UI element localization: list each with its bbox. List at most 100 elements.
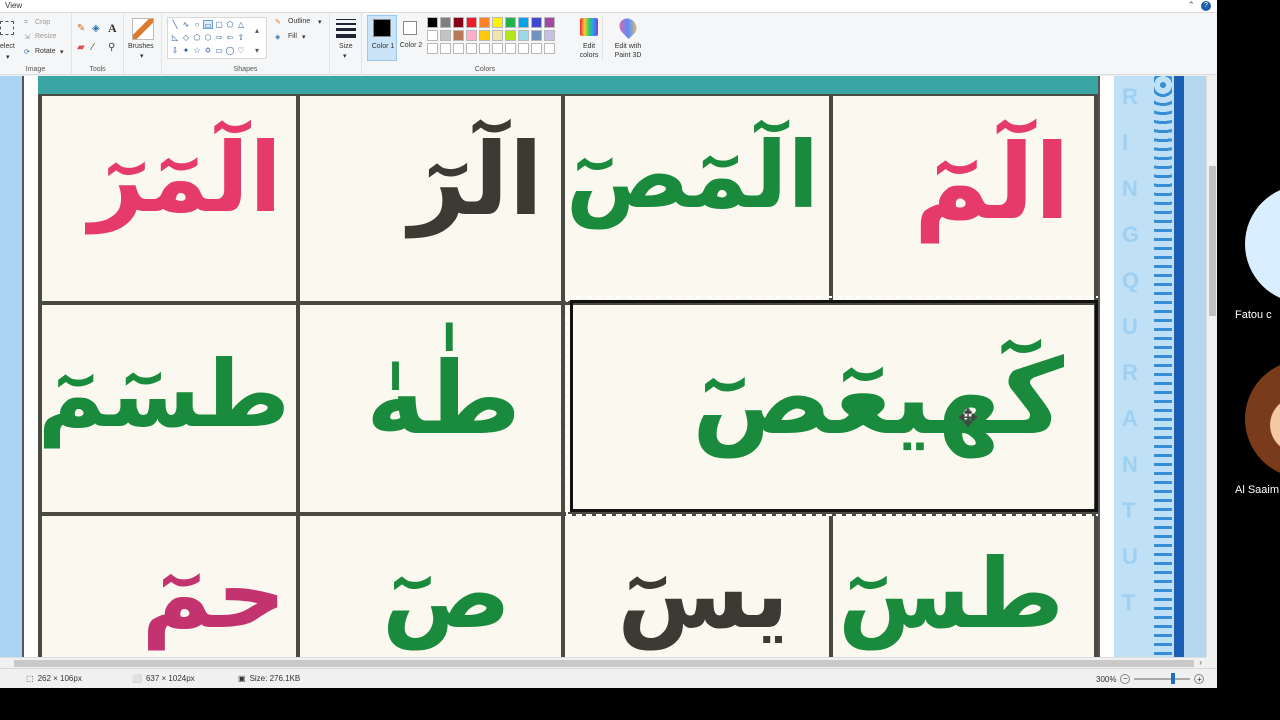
rectangle-shape-icon[interactable]: ▭: [203, 20, 213, 30]
heart-shape-icon[interactable]: ♡: [236, 46, 246, 55]
collapse-ribbon-icon[interactable]: ⌃: [1187, 0, 1195, 11]
zoom-out-icon[interactable]: −: [1120, 674, 1131, 684]
fill-button[interactable]: Fill: [288, 33, 297, 40]
shapes-scroll-down-icon[interactable]: ▾: [252, 46, 262, 55]
tab-view[interactable]: View: [5, 1, 22, 10]
rotate-icon[interactable]: ⟳: [24, 48, 30, 56]
vertical-scrollbar[interactable]: [1206, 76, 1217, 657]
pentagon-shape-icon[interactable]: ⬠: [192, 33, 202, 42]
select-button[interactable]: elect: [0, 43, 15, 50]
size-dropdown-icon[interactable]: ▾: [343, 52, 347, 60]
palette-swatch[interactable]: [505, 17, 516, 28]
palette-swatch[interactable]: [492, 30, 503, 41]
palette-swatch[interactable]: [479, 17, 490, 28]
fill-icon[interactable]: ◈: [275, 33, 280, 41]
participant-tile[interactable]: Al Saaim: [1217, 360, 1280, 500]
palette-swatch[interactable]: [518, 17, 529, 28]
rotate-dropdown-icon[interactable]: ▾: [60, 48, 64, 56]
color1-button[interactable]: Color 1: [367, 15, 397, 61]
palette-swatch[interactable]: [453, 43, 464, 54]
palette-swatch[interactable]: [492, 43, 503, 54]
five-point-star-shape-icon[interactable]: ☆: [192, 46, 202, 55]
palette-swatch[interactable]: [453, 17, 464, 28]
palette-swatch[interactable]: [440, 17, 451, 28]
brushes-icon[interactable]: [132, 18, 154, 40]
palette-swatch[interactable]: [427, 43, 438, 54]
outline-dropdown-icon[interactable]: ▾: [318, 18, 322, 26]
help-icon[interactable]: ?: [1201, 0, 1211, 11]
resize-icon[interactable]: ⇲: [24, 33, 30, 41]
color-picker-icon[interactable]: ⁄: [92, 42, 94, 53]
diamond-shape-icon[interactable]: ◇: [181, 33, 191, 42]
eraser-icon[interactable]: ▰: [77, 42, 85, 53]
fill-bucket-icon[interactable]: ◈: [92, 23, 100, 34]
palette-swatch[interactable]: [466, 17, 477, 28]
select-icon[interactable]: [0, 21, 14, 35]
oval-shape-icon[interactable]: ○: [192, 20, 202, 29]
zoom-slider[interactable]: [1134, 673, 1191, 684]
palette-swatch[interactable]: [518, 30, 529, 41]
palette-swatch[interactable]: [479, 30, 490, 41]
palette-swatch[interactable]: [505, 43, 516, 54]
palette-swatch[interactable]: [531, 30, 542, 41]
brushes-dropdown-icon[interactable]: ▾: [140, 52, 144, 60]
palette-swatch[interactable]: [531, 43, 542, 54]
rounded-rectangle-shape-icon[interactable]: ▢: [214, 20, 224, 29]
edit-with-paint3d-button[interactable]: Edit with Paint 3D: [606, 14, 650, 61]
canvas-area[interactable]: الٓمٓرٓ الٓرٓ الٓمٓصٓ الٓمٓ طسٓمٓ طٰهٰ ك…: [0, 76, 1206, 657]
palette-swatch[interactable]: [440, 43, 451, 54]
select-dropdown-icon[interactable]: ▾: [6, 53, 10, 61]
palette-swatch[interactable]: [479, 43, 490, 54]
canvas-image[interactable]: الٓمٓرٓ الٓرٓ الٓمٓصٓ الٓمٓ طسٓمٓ طٰهٰ ك…: [0, 76, 1206, 657]
crop-button[interactable]: Crop: [35, 19, 50, 26]
palette-swatch[interactable]: [427, 17, 438, 28]
zoom-slider-thumb[interactable]: [1171, 673, 1176, 684]
text-tool-icon[interactable]: A: [108, 21, 117, 36]
down-arrow-shape-icon[interactable]: ⇩: [170, 46, 180, 55]
palette-swatch[interactable]: [531, 17, 542, 28]
outline-icon[interactable]: ✎: [275, 18, 281, 26]
magnifier-icon[interactable]: ⚲: [108, 42, 115, 53]
palette-swatch[interactable]: [440, 30, 451, 41]
palette-swatch[interactable]: [427, 30, 438, 41]
polygon-shape-icon[interactable]: ⬠: [225, 20, 235, 29]
palette-swatch[interactable]: [492, 17, 503, 28]
palette-swatch[interactable]: [544, 43, 555, 54]
hexagon-shape-icon[interactable]: ⬡: [203, 33, 213, 42]
palette-swatch[interactable]: [518, 43, 529, 54]
palette-swatch[interactable]: [505, 30, 516, 41]
size-button[interactable]: Size: [339, 43, 353, 50]
palette-swatch[interactable]: [544, 30, 555, 41]
horizontal-scrollbar[interactable]: ›: [0, 657, 1206, 668]
crop-icon[interactable]: ⌗: [24, 19, 28, 27]
right-arrow-shape-icon[interactable]: ⇨: [214, 33, 224, 42]
callout-rect-shape-icon[interactable]: ▭: [214, 46, 224, 55]
callout-oval-shape-icon[interactable]: ◯: [225, 46, 235, 55]
rotate-button[interactable]: Rotate: [35, 48, 56, 55]
color2-button[interactable]: Color 2: [398, 15, 424, 61]
curve-shape-icon[interactable]: ∿: [181, 20, 191, 29]
four-point-star-shape-icon[interactable]: ✦: [181, 46, 191, 55]
fill-dropdown-icon[interactable]: ▾: [302, 33, 306, 41]
right-triangle-shape-icon[interactable]: ◺: [170, 33, 180, 42]
resize-button[interactable]: Resize: [35, 33, 56, 40]
left-arrow-shape-icon[interactable]: ⇦: [225, 33, 235, 42]
six-point-star-shape-icon[interactable]: ✡: [203, 46, 213, 55]
palette-swatch[interactable]: [466, 43, 477, 54]
brushes-button[interactable]: Brushes: [128, 43, 154, 50]
vertical-scroll-thumb[interactable]: [1209, 166, 1216, 316]
up-arrow-shape-icon[interactable]: ⇧: [236, 33, 246, 42]
palette-swatch[interactable]: [544, 17, 555, 28]
palette-swatch[interactable]: [466, 30, 477, 41]
triangle-shape-icon[interactable]: △: [236, 20, 246, 29]
size-icon[interactable]: [336, 19, 356, 38]
zoom-in-icon[interactable]: +: [1194, 674, 1205, 684]
outline-button[interactable]: Outline: [288, 18, 310, 25]
scroll-right-icon[interactable]: ›: [1199, 658, 1202, 667]
edit-colors-button[interactable]: Edit colors: [575, 15, 603, 61]
shapes-scroll-up-icon[interactable]: ▴: [252, 26, 262, 35]
palette-swatch[interactable]: [453, 30, 464, 41]
horizontal-scroll-thumb[interactable]: [14, 660, 1194, 667]
pencil-icon[interactable]: ✎: [77, 23, 85, 34]
line-shape-icon[interactable]: ╲: [170, 20, 180, 29]
